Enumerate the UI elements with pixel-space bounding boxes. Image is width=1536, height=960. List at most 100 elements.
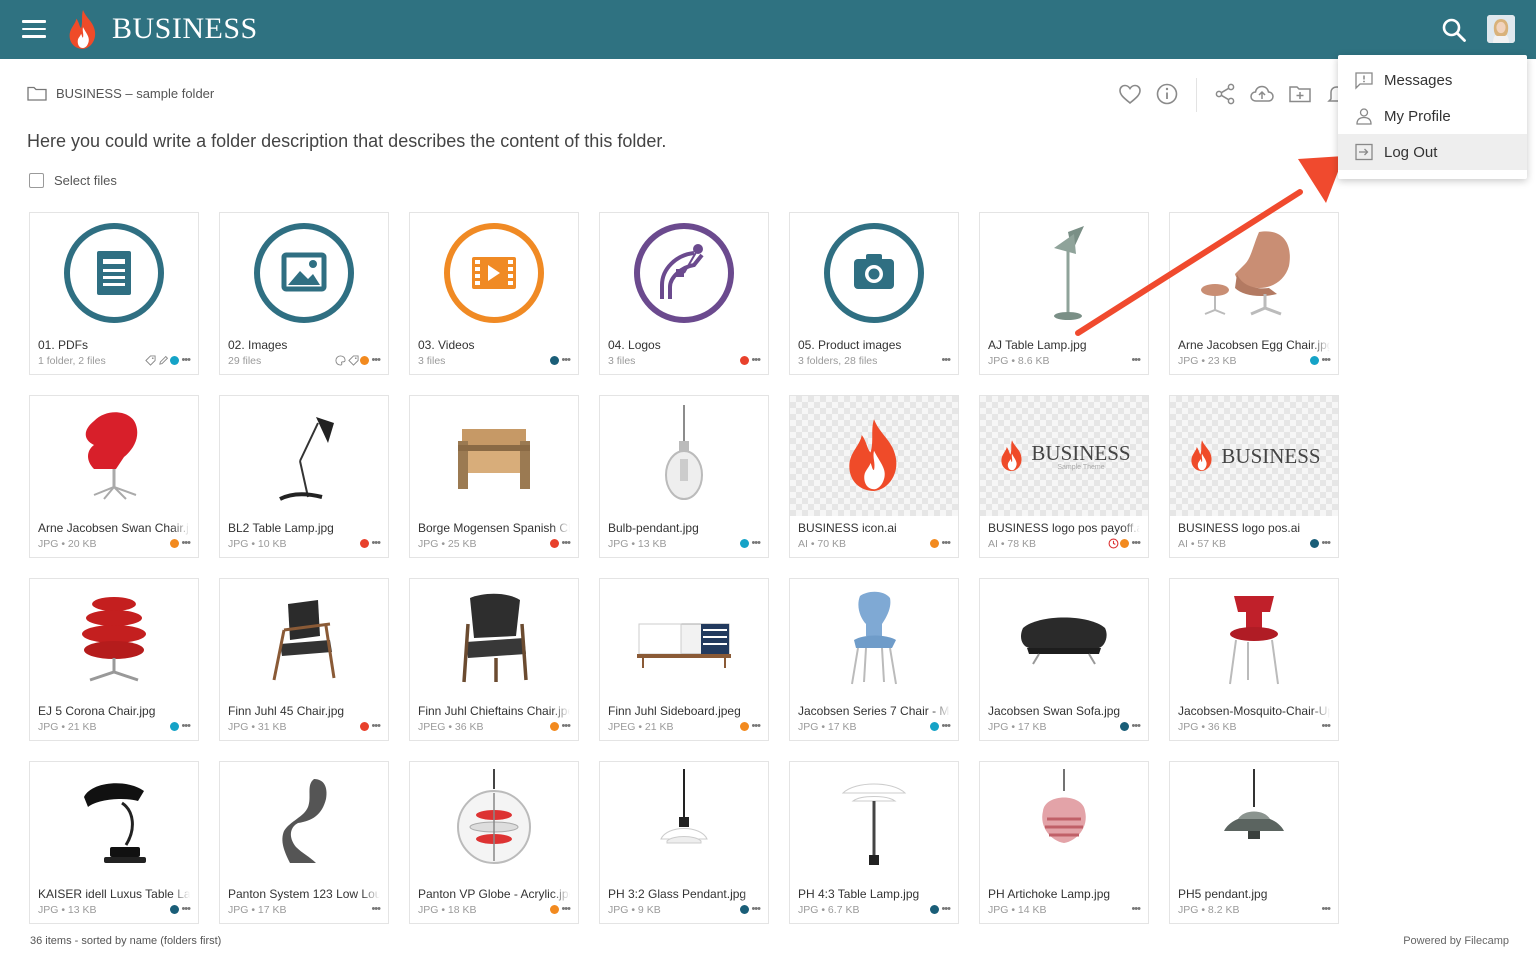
breadcrumb[interactable]: BUSINESS – sample folder — [27, 83, 214, 103]
more-options-icon[interactable]: ••• — [1131, 721, 1141, 732]
info-icon[interactable] — [1153, 80, 1181, 108]
share-icon[interactable] — [1211, 80, 1239, 108]
thumbnail[interactable] — [410, 762, 578, 882]
file-card[interactable]: Arne Jacobsen Swan Chair.jpg JPG • 20 KB •… — [29, 395, 199, 558]
menu-item-log-out[interactable]: Log Out — [1338, 134, 1527, 170]
more-options-icon[interactable]: ••• — [181, 904, 191, 915]
search-icon[interactable] — [1441, 17, 1467, 43]
powered-by[interactable]: Powered by Filecamp — [1403, 935, 1509, 947]
thumbnail[interactable] — [30, 213, 198, 333]
thumbnail[interactable] — [600, 396, 768, 516]
file-card[interactable]: BUSINESS Sample Theme BUSINESS logo pos pa… — [979, 395, 1149, 558]
more-options-icon[interactable]: ••• — [561, 904, 571, 915]
file-card[interactable]: Jacobsen Swan Sofa.jpg JPG • 17 KB ••• — [979, 578, 1149, 741]
more-options-icon[interactable]: ••• — [561, 721, 571, 732]
thumbnail[interactable] — [220, 396, 388, 516]
more-options-icon[interactable]: ••• — [1321, 904, 1331, 915]
thumbnail[interactable] — [220, 579, 388, 699]
file-card[interactable]: Panton VP Globe - Acrylic.jpg JPG • 18 KB… — [409, 761, 579, 924]
more-options-icon[interactable]: ••• — [751, 355, 761, 366]
file-card[interactable]: Finn Juhl 45 Chair.jpg JPG • 31 KB ••• — [219, 578, 389, 741]
more-options-icon[interactable]: ••• — [1321, 538, 1331, 549]
more-options-icon[interactable]: ••• — [1321, 355, 1331, 366]
file-card[interactable]: Jacobsen Series 7 Chair - Mo JPG • 17 KB •… — [789, 578, 959, 741]
new-folder-icon[interactable] — [1286, 80, 1314, 108]
thumbnail[interactable]: BUSINESS Sample Theme — [980, 396, 1148, 516]
more-options-icon[interactable]: ••• — [371, 538, 381, 549]
file-card[interactable]: 03. Videos 3 files ••• — [409, 212, 579, 375]
file-card[interactable]: Finn Juhl Chieftains Chair.jpeg JPEG • 36… — [409, 578, 579, 741]
more-options-icon[interactable]: ••• — [751, 721, 761, 732]
thumbnail[interactable] — [600, 762, 768, 882]
more-options-icon[interactable]: ••• — [371, 355, 381, 366]
more-options-icon[interactable]: ••• — [371, 721, 381, 732]
file-card[interactable]: Jacobsen-Mosquito-Chair-Up JPG • 36 KB ••• — [1169, 578, 1339, 741]
file-card[interactable]: BUSINESS icon.ai AI • 70 KB ••• — [789, 395, 959, 558]
select-all-checkbox[interactable] — [29, 173, 44, 188]
file-card[interactable]: Borge Mogensen Spanish Chair.jpg JPG • 25… — [409, 395, 579, 558]
flame-logo[interactable] — [64, 8, 102, 52]
file-card[interactable]: Panton System 123 Low Loun JPG • 17 KB ••• — [219, 761, 389, 924]
file-card[interactable]: Bulb-pendant.jpg JPG • 13 KB ••• — [599, 395, 769, 558]
more-options-icon[interactable]: ••• — [751, 538, 761, 549]
brand-name[interactable]: BUSINESS — [112, 12, 258, 46]
more-options-icon[interactable]: ••• — [941, 904, 951, 915]
more-options-icon[interactable]: ••• — [1321, 721, 1331, 732]
hamburger-icon[interactable] — [22, 20, 46, 38]
more-options-icon[interactable]: ••• — [941, 538, 951, 549]
thumbnail[interactable] — [790, 579, 958, 699]
thumbnail[interactable] — [410, 213, 578, 333]
file-card[interactable]: PH5 pendant.jpg JPG • 8.2 KB ••• — [1169, 761, 1339, 924]
file-card[interactable]: 01. PDFs 1 folder, 2 files ••• — [29, 212, 199, 375]
file-card[interactable]: 04. Logos 3 files ••• — [599, 212, 769, 375]
thumbnail[interactable] — [1170, 579, 1338, 699]
more-options-icon[interactable]: ••• — [181, 355, 191, 366]
cloud-upload-icon[interactable] — [1248, 80, 1276, 108]
more-options-icon[interactable]: ••• — [371, 904, 381, 915]
thumbnail[interactable] — [790, 213, 958, 333]
heart-icon[interactable] — [1116, 80, 1144, 108]
thumbnail[interactable] — [220, 213, 388, 333]
thumbnail[interactable] — [1170, 762, 1338, 882]
thumbnail[interactable] — [980, 579, 1148, 699]
thumbnail[interactable] — [790, 396, 958, 516]
more-options-icon[interactable]: ••• — [941, 721, 951, 732]
more-options-icon[interactable]: ••• — [561, 538, 571, 549]
thumbnail[interactable] — [30, 762, 198, 882]
more-options-icon[interactable]: ••• — [941, 355, 951, 366]
file-card[interactable]: 05. Product images 3 folders, 28 files ••• — [789, 212, 959, 375]
thumbnail[interactable] — [1170, 213, 1338, 333]
more-options-icon[interactable]: ••• — [181, 538, 191, 549]
thumbnail[interactable]: BUSINESS — [1170, 396, 1338, 516]
menu-item-messages[interactable]: Messages — [1338, 62, 1527, 98]
thumbnail[interactable] — [410, 396, 578, 516]
file-card[interactable]: EJ 5 Corona Chair.jpg JPG • 21 KB ••• — [29, 578, 199, 741]
more-options-icon[interactable]: ••• — [1131, 538, 1141, 549]
file-card[interactable]: PH 3:2 Glass Pendant.jpg JPG • 9 KB ••• — [599, 761, 769, 924]
file-card[interactable]: AJ Table Lamp.jpg JPG • 8.6 KB ••• — [979, 212, 1149, 375]
file-card[interactable]: PH 4:3 Table Lamp.jpg JPG • 6.7 KB ••• — [789, 761, 959, 924]
select-files[interactable]: Select files — [29, 173, 117, 188]
thumbnail[interactable] — [410, 579, 578, 699]
thumbnail[interactable] — [980, 762, 1148, 882]
more-options-icon[interactable]: ••• — [561, 355, 571, 366]
more-options-icon[interactable]: ••• — [1131, 355, 1141, 366]
thumbnail[interactable] — [790, 762, 958, 882]
thumbnail[interactable] — [30, 579, 198, 699]
user-avatar[interactable] — [1487, 15, 1515, 43]
menu-item-my-profile[interactable]: My Profile — [1338, 98, 1527, 134]
more-options-icon[interactable]: ••• — [751, 904, 761, 915]
thumbnail[interactable] — [600, 579, 768, 699]
file-card[interactable]: 02. Images 29 files ••• — [219, 212, 389, 375]
thumbnail[interactable] — [980, 213, 1148, 333]
thumbnail[interactable] — [30, 396, 198, 516]
file-card[interactable]: Finn Juhl Sideboard.jpeg JPEG • 21 KB ••• — [599, 578, 769, 741]
file-card[interactable]: PH Artichoke Lamp.jpg JPG • 14 KB ••• — [979, 761, 1149, 924]
file-card[interactable]: KAISER idell Luxus Table Lam JPG • 13 KB •… — [29, 761, 199, 924]
more-options-icon[interactable]: ••• — [1131, 904, 1141, 915]
more-options-icon[interactable]: ••• — [181, 721, 191, 732]
file-card[interactable]: Arne Jacobsen Egg Chair.jpg JPG • 23 KB ••… — [1169, 212, 1339, 375]
file-card[interactable]: BUSINESS BUSINESS logo pos.ai AI • 57 KB ••… — [1169, 395, 1339, 558]
thumbnail[interactable] — [220, 762, 388, 882]
file-card[interactable]: BL2 Table Lamp.jpg JPG • 10 KB ••• — [219, 395, 389, 558]
